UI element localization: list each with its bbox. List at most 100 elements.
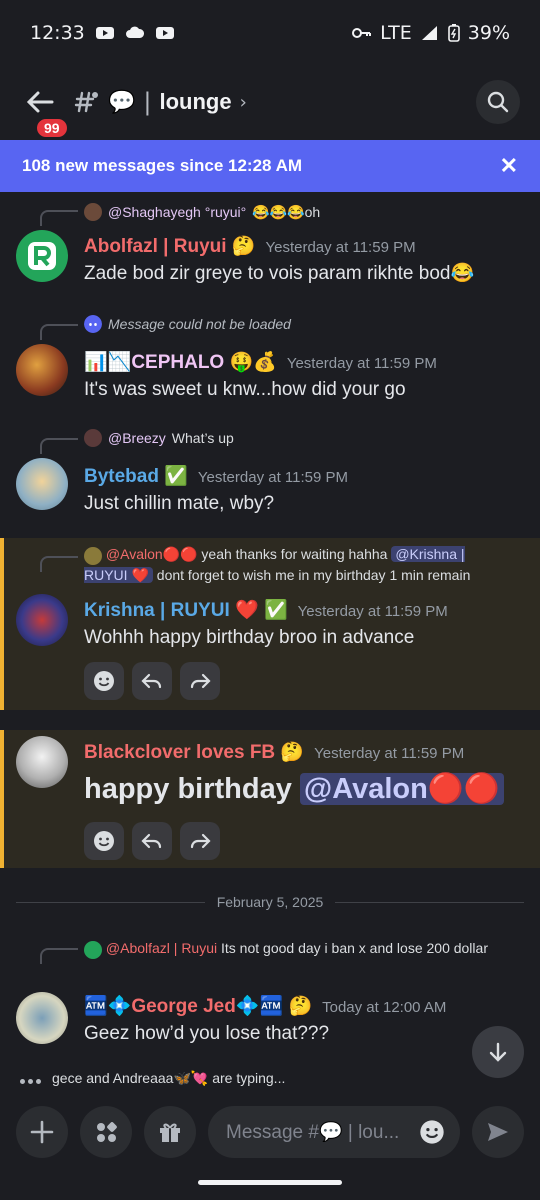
status-bar: 12:33 LTE 39% — [0, 0, 540, 66]
apps-icon — [97, 1122, 117, 1142]
reply-text: 😂😂😂oh — [252, 204, 321, 220]
reply-author: @Shaghayegh °ruyui° — [108, 204, 247, 220]
timestamp: Yesterday at 11:59 PM — [197, 469, 349, 486]
reply-arrow-icon — [141, 833, 162, 849]
channel-separator: | — [143, 88, 152, 116]
avatar[interactable] — [16, 458, 68, 510]
add-reaction-button[interactable] — [84, 822, 124, 860]
author-name[interactable]: Abolfazl | Ruyui 🤔 — [84, 234, 255, 258]
reply-text: yeah thanks for waiting hahha — [201, 546, 388, 562]
search-button[interactable] — [476, 80, 520, 124]
youtube-icon — [155, 27, 174, 39]
author-name[interactable]: Bytebad ✅ — [84, 464, 188, 488]
timestamp: Today at 12:00 AM — [322, 999, 447, 1016]
reply-spine — [40, 210, 78, 226]
message[interactable]: @Shaghayegh °ruyui° 😂😂😂oh Abolfazl | Ruy… — [0, 192, 540, 302]
message-actions — [84, 822, 220, 860]
reply-spine — [40, 438, 78, 454]
new-messages-banner[interactable]: 108 new messages since 12:28 AM ✕ — [0, 140, 540, 192]
arrow-down-icon — [489, 1042, 507, 1062]
reply-spine — [40, 948, 78, 964]
message[interactable]: @Abolfazl | Ruyui Its not good day i ban… — [0, 930, 540, 1060]
message-header: Bytebad ✅ Yesterday at 11:59 PM — [84, 464, 348, 488]
back-arrow-icon — [26, 91, 54, 113]
author-name[interactable]: Blackclover loves FB 🤔 — [84, 740, 304, 764]
reply-text: Its not good day i ban x and lose 200 do… — [221, 940, 488, 956]
message[interactable]: @Breezy What’s up Bytebad ✅ Yesterday at… — [0, 420, 540, 530]
reply-button[interactable] — [132, 662, 172, 700]
message-text: happy birthday — [84, 773, 292, 805]
reply-arrow-icon — [141, 673, 162, 689]
timestamp: Yesterday at 11:59 PM — [314, 745, 465, 762]
reply-avatar — [84, 203, 102, 221]
message-text: Wohhh happy birthday broo in advance — [84, 627, 415, 648]
reply-author: @Avalon🔴🔴 — [105, 546, 198, 562]
channel-title[interactable]: 💬 | lounge › — [74, 88, 247, 116]
message-text: Just chillin mate, wby? — [84, 493, 275, 514]
message-header: 📊📉CEPHALO 🤑💰 Yesterday at 11:59 PM — [84, 350, 437, 374]
author-name[interactable]: 🏧💠George Jed💠🏧 🤔 — [84, 994, 312, 1018]
cloud-icon — [125, 26, 144, 38]
author-name[interactable]: Krishna | RUYUI ❤️ ✅ — [84, 598, 288, 622]
typing-indicator: gece and Andreaaa🦋💘 are typing... — [20, 1070, 285, 1087]
jump-to-bottom-button[interactable] — [472, 1026, 524, 1078]
message-input[interactable]: Message #💬 | lou... — [208, 1106, 460, 1158]
message-text: Geez how’d you lose that??? — [84, 1023, 330, 1044]
speech-bubble-icon: 💬 — [108, 89, 136, 115]
avatar[interactable] — [16, 344, 68, 396]
reply-avatar — [84, 429, 102, 447]
reply-text: Message could not be loaded — [108, 316, 291, 332]
forward-arrow-icon — [190, 673, 211, 689]
message-text-wrap: happy birthday @Avalon🔴🔴 — [84, 770, 514, 808]
emoji-icon[interactable] — [418, 1118, 446, 1146]
back-button[interactable]: 99 — [20, 82, 70, 140]
message[interactable]: Message could not be loaded 📊📉CEPHALO 🤑💰… — [0, 306, 540, 416]
apps-button[interactable] — [80, 1106, 132, 1158]
reply-preview[interactable]: @Shaghayegh °ruyui° 😂😂😂oh — [84, 202, 504, 222]
reply-author: @Abolfazl | Ruyui — [105, 940, 218, 956]
avatar[interactable] — [16, 992, 68, 1044]
reply-preview[interactable]: @Avalon🔴🔴 yeah thanks for waiting hahha … — [84, 544, 504, 585]
user-mention[interactable]: @Avalon🔴🔴 — [299, 773, 505, 805]
avatar[interactable] — [16, 230, 68, 282]
reply-button[interactable] — [132, 822, 172, 860]
reply-preview[interactable]: @Abolfazl | Ruyui Its not good day i ban… — [84, 938, 504, 959]
typing-dots-icon — [20, 1071, 44, 1087]
smiley-icon — [94, 831, 114, 851]
unread-badge: 99 — [34, 116, 70, 140]
gift-icon — [160, 1123, 180, 1142]
r-logo-icon — [28, 242, 56, 270]
forward-button[interactable] — [180, 822, 220, 860]
timestamp: Yesterday at 11:59 PM — [265, 239, 416, 256]
gift-button[interactable] — [144, 1106, 196, 1158]
plus-icon — [30, 1120, 54, 1144]
reply-preview[interactable]: Message could not be loaded — [84, 314, 504, 334]
message-highlighted[interactable]: Blackclover loves FB 🤔 Yesterday at 11:5… — [0, 730, 540, 868]
reply-text: What’s up — [171, 430, 234, 446]
message-text: Zade bod zir greye to vois param rikhte … — [84, 263, 475, 284]
battery-icon — [447, 24, 460, 42]
add-reaction-button[interactable] — [84, 662, 124, 700]
message-text: It's was sweet u knw...how did your go — [84, 379, 406, 400]
home-indicator[interactable] — [198, 1180, 342, 1185]
close-icon[interactable]: ✕ — [500, 153, 518, 179]
reply-preview[interactable]: @Breezy What’s up — [84, 428, 504, 448]
signal-icon — [421, 26, 437, 40]
avatar[interactable] — [16, 736, 68, 788]
timestamp: Yesterday at 11:59 PM — [286, 355, 437, 372]
battery-level: 39% — [467, 22, 510, 44]
reply-text-continued: dont forget to wish me in my birthday 1 … — [156, 566, 471, 583]
send-button[interactable] — [472, 1106, 524, 1158]
message-header: Abolfazl | Ruyui 🤔 Yesterday at 11:59 PM — [84, 234, 416, 258]
key-icon — [352, 28, 372, 38]
message-highlighted[interactable]: @Avalon🔴🔴 yeah thanks for waiting hahha … — [0, 538, 540, 710]
forward-button[interactable] — [180, 662, 220, 700]
send-icon — [488, 1123, 508, 1141]
message-list: @Shaghayegh °ruyui° 😂😂😂oh Abolfazl | Ruy… — [0, 192, 540, 1092]
author-name[interactable]: 📊📉CEPHALO 🤑💰 — [84, 350, 277, 374]
reply-avatar — [84, 940, 102, 959]
attach-button[interactable] — [16, 1106, 68, 1158]
status-time: 12:33 — [30, 22, 85, 44]
thread-hash-icon — [74, 91, 98, 113]
avatar[interactable] — [16, 594, 68, 646]
